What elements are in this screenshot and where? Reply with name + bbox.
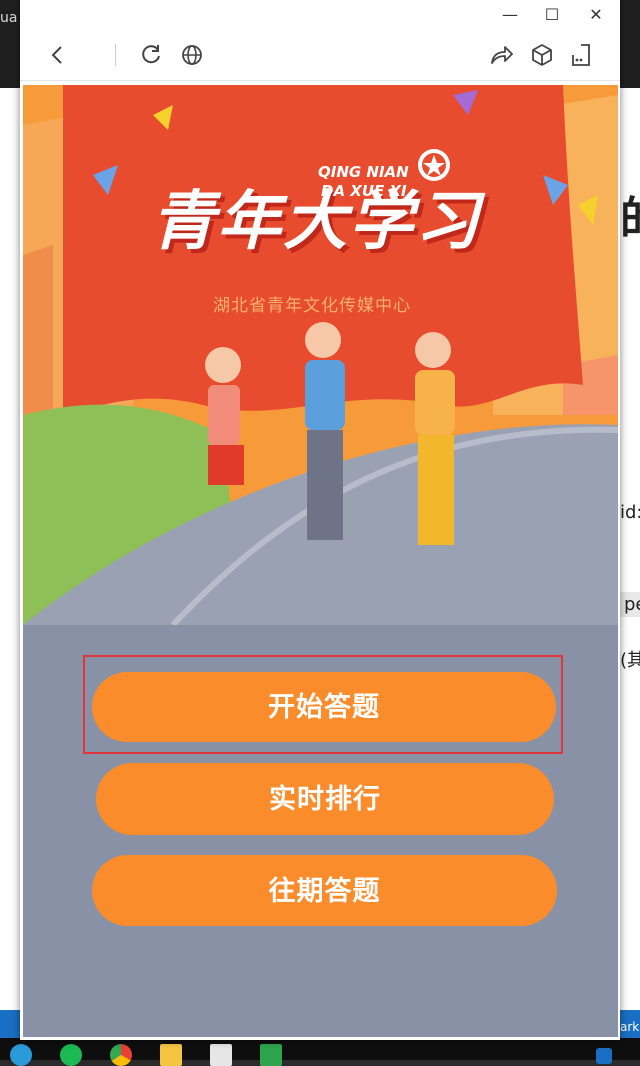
past-quizzes-button[interactable]: 往期答题 <box>92 855 557 926</box>
tray-icon[interactable] <box>596 1048 612 1064</box>
chrome-icon[interactable] <box>110 1044 132 1066</box>
document-icon[interactable] <box>210 1044 232 1066</box>
poster-subtitle: 湖北省青年文化传媒中心 <box>213 296 411 316</box>
refresh-icon[interactable] <box>137 41 165 69</box>
close-button[interactable]: ✕ <box>581 4 611 26</box>
share-icon[interactable] <box>487 41 515 69</box>
more-options-icon[interactable] <box>567 41 595 69</box>
background-text-fragment: pe <box>620 592 640 617</box>
app-icon[interactable] <box>260 1044 282 1066</box>
quiz-app-content: 青年大学习 QING NIAN DA XUE XI 湖北省青年文化传媒中心 开始… <box>23 85 618 1037</box>
edge-browser-icon[interactable] <box>10 1044 32 1066</box>
background-text-fragment: (其 <box>620 650 640 671</box>
cube-icon[interactable] <box>528 41 556 69</box>
back-arrow-icon[interactable] <box>44 41 72 69</box>
window-titlebar: — ☐ ✕ <box>20 0 620 30</box>
poster-title: 青年大学习 <box>151 185 481 259</box>
start-quiz-button[interactable]: 开始答题 <box>92 672 556 742</box>
taskbar-left-edge <box>0 1010 22 1038</box>
file-explorer-icon[interactable] <box>160 1044 182 1066</box>
poster-pinyin-line-1: QING NIAN <box>318 163 409 181</box>
globe-icon[interactable] <box>178 41 206 69</box>
spotify-icon[interactable] <box>60 1044 82 1066</box>
red-star-emblem-icon <box>418 149 450 181</box>
background-text-fragment: ua <box>0 10 18 26</box>
toolbar-divider <box>115 44 116 66</box>
minimize-button[interactable]: — <box>495 4 525 26</box>
background-text-fragment: id: <box>620 502 640 523</box>
maximize-button[interactable]: ☐ <box>537 4 567 26</box>
browser-toolbar <box>20 30 620 81</box>
background-text-fragment: 的 <box>620 182 640 246</box>
realtime-ranking-button[interactable]: 实时排行 <box>96 763 554 835</box>
background-text-fragment: ark <box>620 1020 640 1034</box>
app-window: — ☐ ✕ 青年大学习 QING NIAN DA XUE XI 湖北省青年文化传… <box>20 0 620 1040</box>
poster-pinyin-line-2: DA XUE XI <box>321 182 407 200</box>
